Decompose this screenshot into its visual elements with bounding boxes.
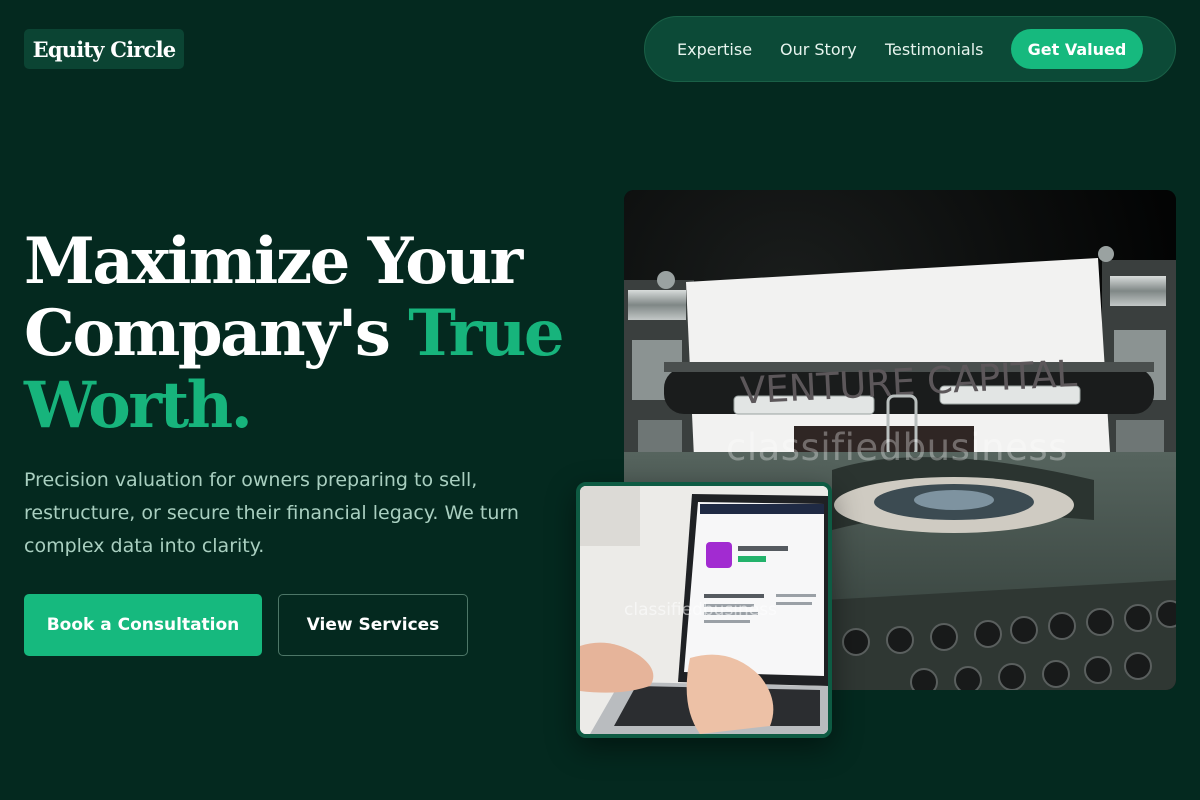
nav-link-our-story[interactable]: Our Story [780,17,857,81]
hero-title-line2: Company's [24,296,391,371]
hero-title: Maximize Your Company's True Worth. [24,226,604,442]
hero-subtitle: Precision valuation for owners preparing… [24,469,519,557]
hero-title-accent-worth: Worth. [24,368,253,443]
nav-link-expertise[interactable]: Expertise [677,17,752,81]
logo[interactable]: Equity Circle [24,29,184,69]
laptop-photo: classifiedbusiness [576,482,832,738]
photo-watermark-small: classifiedbusiness [624,600,777,620]
hero-title-accent-true: True [408,296,564,371]
get-valued-button[interactable]: Get Valued [1011,29,1143,69]
hero-title-line1: Maximize Your [24,224,523,299]
nav-link-testimonials[interactable]: Testimonials [885,17,984,81]
main-nav: Expertise Our Story Testimonials Get Val… [644,16,1176,82]
book-consultation-button[interactable]: Book a Consultation [24,594,262,656]
photo-watermark: classifiedbusiness [726,426,1068,469]
view-services-button[interactable]: View Services [278,594,468,656]
